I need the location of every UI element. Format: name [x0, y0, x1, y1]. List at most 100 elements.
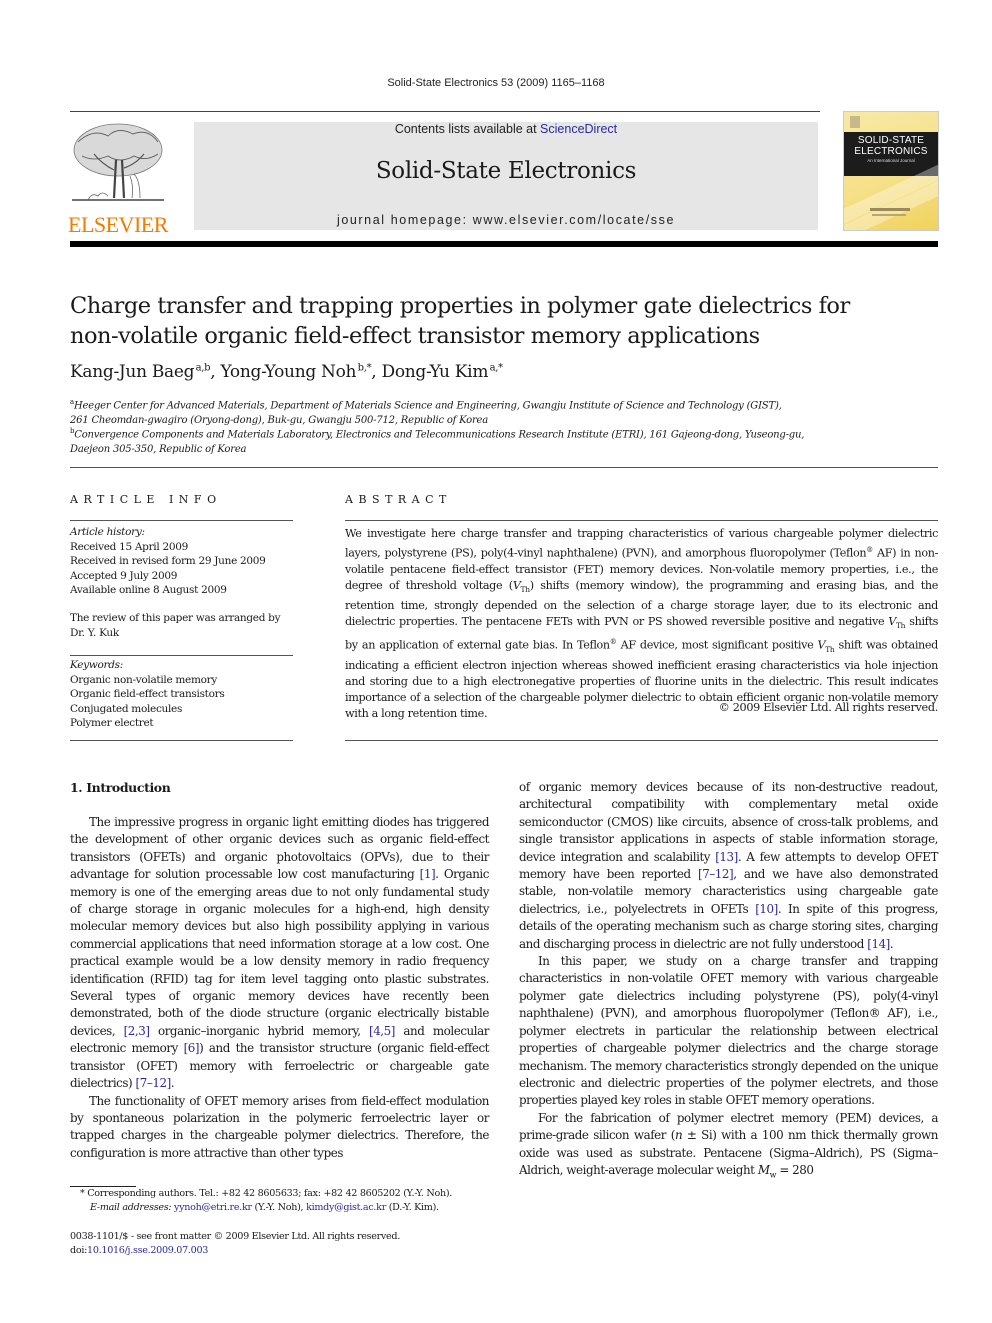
- citation-link[interactable]: [4,5]: [369, 1024, 395, 1038]
- doi-line: doi:10.1016/j.sse.2009.07.003: [70, 1244, 500, 1258]
- journal-banner: Contents lists available at ScienceDirec…: [194, 122, 818, 230]
- vth-symbol: V: [512, 578, 521, 592]
- title-line-1: Charge transfer and trapping properties …: [70, 293, 850, 319]
- review-note: The review of this paper was arranged by…: [70, 612, 281, 639]
- keywords-label: Keywords:: [70, 659, 123, 671]
- email-link-noh[interactable]: yynoh@etri.re.kr: [174, 1202, 252, 1213]
- doi-label: doi:: [70, 1245, 88, 1256]
- keyword[interactable]: Organic field-effect transistors: [70, 687, 293, 702]
- vth-symbol: V: [888, 614, 897, 628]
- masthead-rule: [70, 241, 938, 247]
- intro-paragraph-1: The impressive progress in organic light…: [70, 814, 489, 1093]
- intro-paragraph-4: For the fabrication of polymer electret …: [519, 1110, 938, 1184]
- cover-title-band: SOLID-STATE ELECTRONICS An International…: [844, 132, 938, 176]
- abstract-text-run: AF device, most significant positive: [616, 638, 818, 652]
- keyword[interactable]: Organic non-volatile memory: [70, 673, 293, 688]
- corresponding-footnote: * Corresponding authors. Tel.: +82 42 86…: [70, 1187, 495, 1215]
- contents-line: Contents lists available at ScienceDirec…: [194, 122, 818, 136]
- citation-link[interactable]: [14]: [867, 937, 890, 951]
- elsevier-logo[interactable]: ELSEVIER: [68, 120, 172, 237]
- author-name[interactable]: Kang-Jun Baeg: [70, 362, 195, 382]
- sciencedirect-link[interactable]: ScienceDirect: [540, 122, 617, 136]
- affil-line: Daejeon 305-350, Republic of Korea: [70, 443, 247, 455]
- author-affil-marks[interactable]: a,*: [490, 362, 504, 373]
- text-run: . Organic memory is one of the emerging …: [70, 867, 489, 1038]
- text-run: organic–inorganic hybrid memory,: [149, 1023, 369, 1038]
- journal-homepage[interactable]: journal homepage: www.elsevier.com/locat…: [194, 213, 818, 227]
- affil-line: Heeger Center for Advanced Materials, De…: [73, 400, 782, 412]
- section-heading-introduction: 1. Introduction: [70, 780, 171, 795]
- intro-paragraph-continued: of organic memory devices because of its…: [519, 779, 938, 953]
- abstract-text-run: We investigate here charge transfer and …: [345, 527, 938, 560]
- elsevier-wordmark: ELSEVIER: [68, 212, 168, 237]
- author-name[interactable]: Yong-Young Noh: [220, 362, 356, 382]
- email-link-kim[interactable]: kimdy@gist.ac.kr: [306, 1202, 386, 1213]
- affiliation-rule: [70, 467, 938, 468]
- article-history: Article history: Received 15 April 2009 …: [70, 525, 293, 598]
- body-column-right: of organic memory devices because of its…: [519, 779, 938, 1184]
- vth-subscript: Th: [896, 621, 906, 631]
- affiliation-b: bConvergence Components and Materials La…: [70, 424, 930, 457]
- cover-title-line2: ELECTRONICS: [854, 146, 928, 157]
- cover-title-line1: SOLID-STATE: [857, 135, 925, 146]
- title-line-2: non-volatile organic field-effect transi…: [70, 323, 760, 349]
- vth-subscript: Th: [520, 584, 530, 594]
- citation-link[interactable]: [7–12]: [136, 1076, 172, 1090]
- cover-footer-mark: [872, 214, 906, 216]
- email-owner: (Y.-Y. Noh),: [251, 1202, 307, 1213]
- abstract-rule: [345, 520, 938, 521]
- abstract-copyright: © 2009 Elsevier Ltd. All rights reserved…: [718, 701, 939, 714]
- citation-link[interactable]: [10]: [755, 902, 778, 916]
- email-label: E-mail addresses:: [90, 1202, 175, 1213]
- doi-link[interactable]: 10.1016/j.sse.2009.07.003: [87, 1245, 208, 1256]
- keyword[interactable]: Conjugated molecules: [70, 702, 293, 717]
- header-rule: [70, 111, 820, 112]
- history-received: Received 15 April 2009: [70, 540, 188, 553]
- citation-link[interactable]: [7–12]: [698, 867, 734, 881]
- cover-footer-mark: [870, 208, 910, 211]
- author-list: Kang-Jun Baeg a,b, Yong-Young Noh b,*, D…: [70, 362, 503, 382]
- journal-title: Solid-State Electronics: [375, 158, 637, 184]
- keyword[interactable]: Polymer electret: [70, 716, 293, 731]
- info-bottom-rule: [70, 740, 293, 741]
- footnote-emails: E-mail addresses: yynoh@etri.re.kr (Y.-Y…: [70, 1201, 495, 1215]
- issn-block: 0038-1101/$ - see front matter © 2009 El…: [70, 1230, 500, 1258]
- body-column-left: The impressive progress in organic light…: [70, 814, 489, 1162]
- running-head: Solid-State Electronics 53 (2009) 1165–1…: [387, 77, 605, 89]
- author-affil-marks[interactable]: b,*: [358, 362, 372, 373]
- article-info-heading: ARTICLE INFO: [70, 493, 222, 506]
- footnote-contact: * Corresponding authors. Tel.: +82 42 86…: [80, 1188, 453, 1199]
- author-affil-marks[interactable]: a,b: [196, 362, 211, 373]
- intro-paragraph-3: In this paper, we study on a charge tran…: [519, 954, 938, 1108]
- author-separator: ,: [210, 362, 221, 382]
- history-accepted: Accepted 9 July 2009: [70, 569, 178, 582]
- author-name[interactable]: Dong-Yu Kim: [382, 362, 489, 382]
- journal-cover[interactable]: SOLID-STATE ELECTRONICS An International…: [843, 111, 939, 231]
- history-online: Available online 8 August 2009: [70, 584, 227, 596]
- email-owner: (D.-Y. Kim).: [385, 1202, 439, 1213]
- text-run: = 280: [775, 1162, 814, 1177]
- elsevier-tree-icon: [72, 123, 164, 201]
- article-title: Charge transfer and trapping properties …: [70, 291, 930, 351]
- abstract-bottom-rule: [345, 740, 938, 741]
- history-label: Article history:: [70, 526, 145, 538]
- cover-publisher-icon: [850, 116, 860, 128]
- cover-subtitle: An International Journal: [867, 158, 915, 163]
- citation-link[interactable]: [1]: [420, 867, 436, 881]
- citation-link[interactable]: [6]: [184, 1041, 200, 1055]
- intro-paragraph-2: The functionality of OFET memory arises …: [70, 1093, 489, 1160]
- text-run: .: [889, 936, 894, 951]
- author-separator: ,: [371, 362, 382, 382]
- issn-line: 0038-1101/$ - see front matter © 2009 El…: [70, 1231, 401, 1242]
- citation-link[interactable]: [2,3]: [124, 1024, 150, 1038]
- contents-prefix: Contents lists available at: [394, 122, 541, 136]
- history-revised: Received in revised form 29 June 2009: [70, 555, 266, 567]
- abstract-body: We investigate here charge transfer and …: [345, 526, 938, 722]
- mw-symbol: M: [757, 1162, 770, 1177]
- keywords-block: Keywords: Organic non-volatile memory Or…: [70, 658, 293, 731]
- keywords-rule: [70, 655, 293, 656]
- citation-link[interactable]: [13]: [715, 850, 738, 864]
- abstract-heading: ABSTRACT: [345, 493, 452, 506]
- article-info-rule: [70, 520, 293, 521]
- registered-mark: ®: [866, 546, 873, 554]
